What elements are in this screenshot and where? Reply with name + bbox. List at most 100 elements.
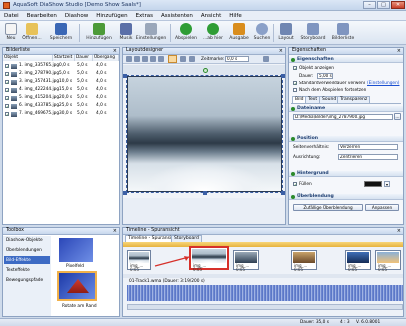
section-toggle-icon[interactable] xyxy=(291,107,295,111)
crop-icon[interactable] xyxy=(158,56,164,62)
settings-button[interactable]: Einstellungen xyxy=(135,22,167,44)
music-button[interactable]: Musik xyxy=(118,22,134,44)
fill-checkbox[interactable]: ✓ xyxy=(293,182,297,187)
table-row[interactable]: ✓ 7. img_469675.jpg 30,0 s 5,0 s 4,0 s xyxy=(3,110,121,118)
tab-text[interactable]: Text xyxy=(305,96,321,103)
resize-handle[interactable] xyxy=(123,74,127,78)
open-button[interactable]: Öffnen... xyxy=(21,22,43,44)
panel-close-icon[interactable]: × xyxy=(397,48,401,54)
random-transition-button[interactable]: Zufällige Überblendung xyxy=(293,204,363,211)
section-toggle-icon[interactable] xyxy=(291,195,295,199)
audio-track-label[interactable]: 01-Track1.wma (Dauer: 3:19/200 s) xyxy=(129,279,205,284)
section-toggle-icon[interactable] xyxy=(291,172,295,176)
preview-icon[interactable] xyxy=(189,56,195,62)
resize-handle[interactable] xyxy=(123,191,127,195)
timeline-scrollbar[interactable] xyxy=(127,304,403,310)
row-checkbox[interactable]: ✓ xyxy=(5,80,9,85)
row-checkbox[interactable]: ✓ xyxy=(5,96,9,101)
record-path-icon[interactable] xyxy=(168,55,177,63)
color-dropdown-icon[interactable]: ▾ xyxy=(384,181,390,187)
duration-input[interactable]: 5,00 s xyxy=(317,73,333,79)
tab-transparency[interactable]: Transparenz xyxy=(337,96,371,103)
table-row[interactable]: ✓ 4. img_422244.jpg 15,0 s 5,0 s 4,0 s xyxy=(3,86,121,94)
row-checkbox[interactable]: ✓ xyxy=(5,64,9,69)
layout-button[interactable]: Layout xyxy=(276,22,296,44)
timeline-ruler[interactable] xyxy=(123,242,403,247)
search-button[interactable]: Suchen xyxy=(253,22,271,44)
menu-extras[interactable]: Extras xyxy=(132,11,157,21)
menu-assistenten[interactable]: Assistenten xyxy=(157,11,197,21)
add-button[interactable]: Hinzufügen xyxy=(82,22,116,44)
row-checkbox[interactable]: ✓ xyxy=(5,88,9,93)
browse-button[interactable]: … xyxy=(394,113,401,120)
section-transition[interactable]: Überblendung xyxy=(297,194,334,199)
table-row[interactable]: ✓ 6. img_433785.jpg 25,0 s 5,0 s 4,0 s xyxy=(3,102,121,110)
filename-input[interactable]: D:\Media\Bilder\img_2787900.jpg xyxy=(293,114,393,120)
play-from-here-button[interactable]: ...ab hier xyxy=(201,22,225,44)
zoom-out-icon[interactable] xyxy=(134,56,140,62)
panel-close-icon[interactable]: × xyxy=(279,48,283,54)
zoom-in-icon[interactable] xyxy=(126,56,132,62)
output-button[interactable]: Ausgabe xyxy=(227,22,251,44)
resize-handle[interactable] xyxy=(281,74,285,78)
timeline-slide-selected[interactable]: img_... 0:05 xyxy=(189,246,229,272)
timeline-slide[interactable]: img_... 0:05 xyxy=(127,250,151,272)
audio-waveform[interactable] xyxy=(127,285,403,301)
row-checkbox[interactable]: ✓ xyxy=(5,112,9,117)
panel-close-icon[interactable]: × xyxy=(113,228,117,234)
time-marker-input[interactable]: 0,0 s xyxy=(225,56,249,62)
aspect-select[interactable]: Verzerren xyxy=(338,144,398,150)
section-toggle-icon[interactable] xyxy=(291,58,295,62)
align-select[interactable]: Zentrieren xyxy=(338,154,398,160)
fit-icon[interactable] xyxy=(142,56,148,62)
maximize-button[interactable]: □ xyxy=(377,1,390,9)
new-button[interactable]: Neu xyxy=(2,22,20,44)
effect-preview-pixelfeld[interactable] xyxy=(59,238,93,262)
menu-diashow[interactable]: Diashow xyxy=(61,11,92,21)
category-slideshow-objects[interactable]: Diashow-Objekte xyxy=(6,238,43,243)
timeline-slide[interactable]: img_... 0:05 xyxy=(291,250,317,272)
play-button[interactable]: Abspielen xyxy=(173,22,199,44)
use-default-checkbox[interactable]: ✓ xyxy=(293,81,297,86)
minimize-button[interactable]: – xyxy=(363,1,376,9)
timeline-slide[interactable]: img_... 0:05 xyxy=(233,250,259,272)
background-color-swatch[interactable] xyxy=(364,181,382,187)
selection-frame[interactable] xyxy=(126,75,283,193)
row-checkbox[interactable]: ✓ xyxy=(5,104,9,109)
section-toggle-icon[interactable] xyxy=(291,137,295,141)
grid-icon[interactable] xyxy=(180,56,186,62)
effect-preview-rotate[interactable] xyxy=(57,271,97,301)
settings-link[interactable]: (Einstellungen) xyxy=(367,81,399,86)
storyboard-button[interactable]: Storyboard xyxy=(298,22,328,44)
rotate-handle-icon[interactable] xyxy=(203,68,208,73)
row-checkbox[interactable]: ✓ xyxy=(5,72,9,77)
timeline-slide[interactable]: img_... 0:05 xyxy=(345,250,371,272)
adjust-button[interactable]: Anpassen xyxy=(365,204,399,211)
section-background[interactable]: Hintergrund xyxy=(297,171,329,176)
category-image-effects[interactable]: Bild-Effekte xyxy=(6,258,31,263)
resize-handle[interactable] xyxy=(203,191,207,195)
resize-handle[interactable] xyxy=(281,191,285,195)
table-row[interactable]: ✓ 5. img_415204.jpg 20,0 s 5,0 s 4,0 s xyxy=(3,94,121,102)
image-list-button[interactable]: Bilderliste xyxy=(330,22,356,44)
table-row[interactable]: ✓ 1. img_335765.jpg 0,0 s 5,0 s 4,0 s xyxy=(3,62,121,70)
menu-ansicht[interactable]: Ansicht xyxy=(197,11,225,21)
continue-checkbox[interactable] xyxy=(293,88,297,92)
tab-storyboard[interactable]: Storyboard xyxy=(171,235,202,242)
menu-hinzufuegen[interactable]: Hinzufügen xyxy=(92,11,131,21)
move-icon[interactable] xyxy=(150,56,156,62)
table-row[interactable]: ✓ 3. img_357431.jpg 10,0 s 5,0 s 4,0 s xyxy=(3,78,121,86)
menu-bearbeiten[interactable]: Bearbeiten xyxy=(23,11,61,21)
menu-hilfe[interactable]: Hilfe xyxy=(225,11,246,21)
category-motion-paths[interactable]: Bewegungspfade xyxy=(6,278,43,283)
options-icon[interactable] xyxy=(263,56,269,62)
table-row[interactable]: ✓ 2. img_278790.jpg 5,0 s 5,0 s 4,0 s xyxy=(3,70,121,78)
panel-close-icon[interactable]: × xyxy=(397,228,401,234)
category-transitions[interactable]: Überblendungen xyxy=(6,248,42,253)
section-filename[interactable]: Dateiname xyxy=(297,106,325,111)
close-button[interactable]: ✕ xyxy=(391,1,405,9)
timeline-slide[interactable]: img_... 0:05 xyxy=(375,250,401,272)
category-text-effects[interactable]: Texteffekte xyxy=(6,268,30,273)
panel-close-icon[interactable]: × xyxy=(113,48,117,54)
save-button[interactable]: Speichern xyxy=(46,22,76,44)
